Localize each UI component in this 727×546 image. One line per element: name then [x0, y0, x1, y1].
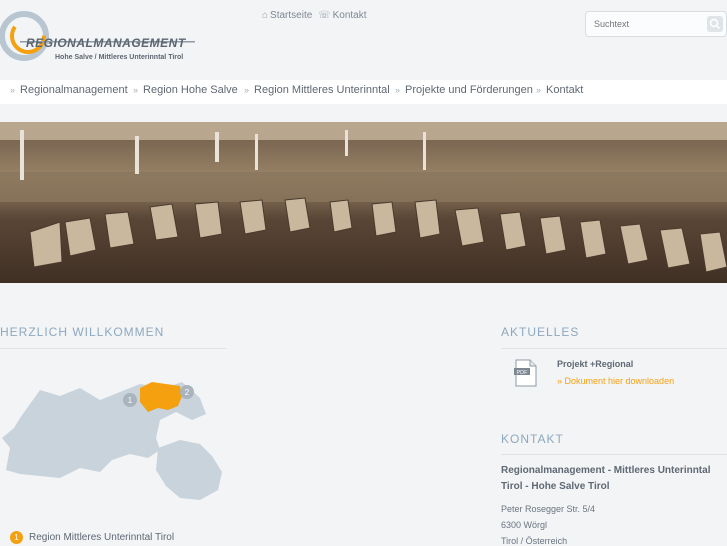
home-icon: ⌂ — [262, 10, 269, 21]
news-divider — [501, 348, 727, 349]
svg-text:PDF: PDF — [517, 370, 529, 376]
hero-image — [0, 122, 727, 283]
search-icon — [709, 18, 721, 30]
nav-item-projekte[interactable]: » Projekte und Förderungen — [395, 84, 533, 96]
site-logo[interactable]: REGIONALMANAGEMENT Hohe Salve / Mittlere… — [0, 6, 200, 68]
map-marker-1[interactable]: 1 — [128, 396, 133, 405]
welcome-heading: HERZLICH WILLKOMMEN — [0, 325, 165, 339]
welcome-divider — [0, 348, 226, 349]
news-heading: AKTUELLES — [501, 325, 580, 339]
nav-item-hohe-salve[interactable]: » Region Hohe Salve — [133, 84, 238, 96]
contact-street: Peter Rosegger Str. 5/4 — [501, 504, 596, 514]
map-tirol-east — [156, 440, 222, 500]
news-item-title[interactable]: Projekt +Regional — [557, 359, 633, 369]
chevron-icon: » — [10, 85, 16, 95]
contact-link[interactable]: Kontakt — [333, 10, 367, 21]
region-label: Region Mittleres Unterinntal Tirol — [29, 532, 175, 544]
nav-item-regionalmanagement[interactable]: » Regionalmanagement — [10, 84, 128, 96]
chevron-icon: » — [536, 85, 542, 95]
logo-subtitle: Hohe Salve / Mittleres Unterinntal Tirol — [55, 54, 184, 61]
home-link[interactable]: Startseite — [270, 10, 312, 21]
search-input[interactable] — [594, 16, 694, 31]
map-marker-2[interactable]: 2 — [185, 388, 190, 397]
chevron-icon: » — [244, 85, 250, 95]
contact-heading: KONTAKT — [501, 432, 564, 446]
region-list-item[interactable]: 1 Region Mittleres Unterinntal Tirol — [10, 531, 174, 544]
nav-item-kontakt[interactable]: » Kontakt — [536, 84, 583, 96]
search-button[interactable] — [707, 16, 723, 32]
region-map: 1 2 — [0, 378, 232, 503]
phone-icon: ☏ — [318, 10, 331, 21]
chevron-icon: » — [395, 85, 401, 95]
region-number: 1 — [10, 531, 23, 544]
pdf-icon[interactable]: PDF — [513, 359, 539, 387]
contact-name: Regionalmanagement - Mittleres Unterinnt… — [501, 465, 711, 492]
nav-item-mittleres-unterinntal[interactable]: » Region Mittleres Unterinntal — [244, 84, 390, 96]
search-box — [585, 11, 727, 37]
contact-divider — [501, 454, 727, 455]
logo-text: REGIONALMANAGEMENT — [26, 36, 186, 50]
contact-city: 6300 Wörgl — [501, 520, 548, 530]
download-link[interactable]: » Dokument hier downloaden — [557, 376, 674, 386]
chevron-icon: » — [133, 85, 139, 95]
top-links: ⌂ Startseite ☏ Kontakt — [262, 10, 367, 21]
main-nav: » Regionalmanagement » Region Hohe Salve »… — [0, 80, 727, 104]
